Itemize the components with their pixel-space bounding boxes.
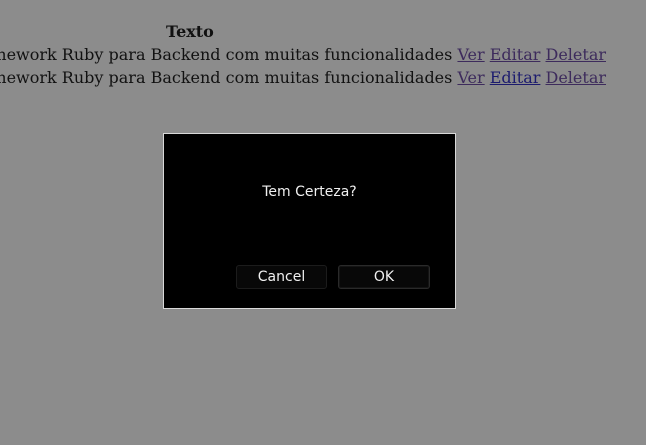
dialog-message: Tem Certeza?: [262, 184, 357, 200]
cancel-button[interactable]: Cancel: [236, 265, 327, 289]
row-text: nework Ruby para Backend com muitas func…: [0, 45, 453, 64]
edit-link[interactable]: Editar: [490, 68, 541, 87]
column-header-texto: Texto: [166, 22, 214, 41]
delete-link[interactable]: Deletar: [546, 45, 607, 64]
page-backdrop: Texto nework Ruby para Backend com muita…: [0, 0, 646, 445]
records-table: nework Ruby para Backend com muitas func…: [0, 43, 606, 89]
confirm-dialog: Tem Certeza? Cancel OK: [163, 133, 456, 309]
edit-link[interactable]: Editar: [490, 45, 541, 64]
table-row: nework Ruby para Backend com muitas func…: [0, 43, 606, 66]
delete-link[interactable]: Deletar: [546, 68, 607, 87]
table-row: nework Ruby para Backend com muitas func…: [0, 66, 606, 89]
row-text: nework Ruby para Backend com muitas func…: [0, 68, 453, 87]
ok-button[interactable]: OK: [338, 265, 430, 289]
view-link[interactable]: Ver: [457, 68, 484, 87]
view-link[interactable]: Ver: [457, 45, 484, 64]
